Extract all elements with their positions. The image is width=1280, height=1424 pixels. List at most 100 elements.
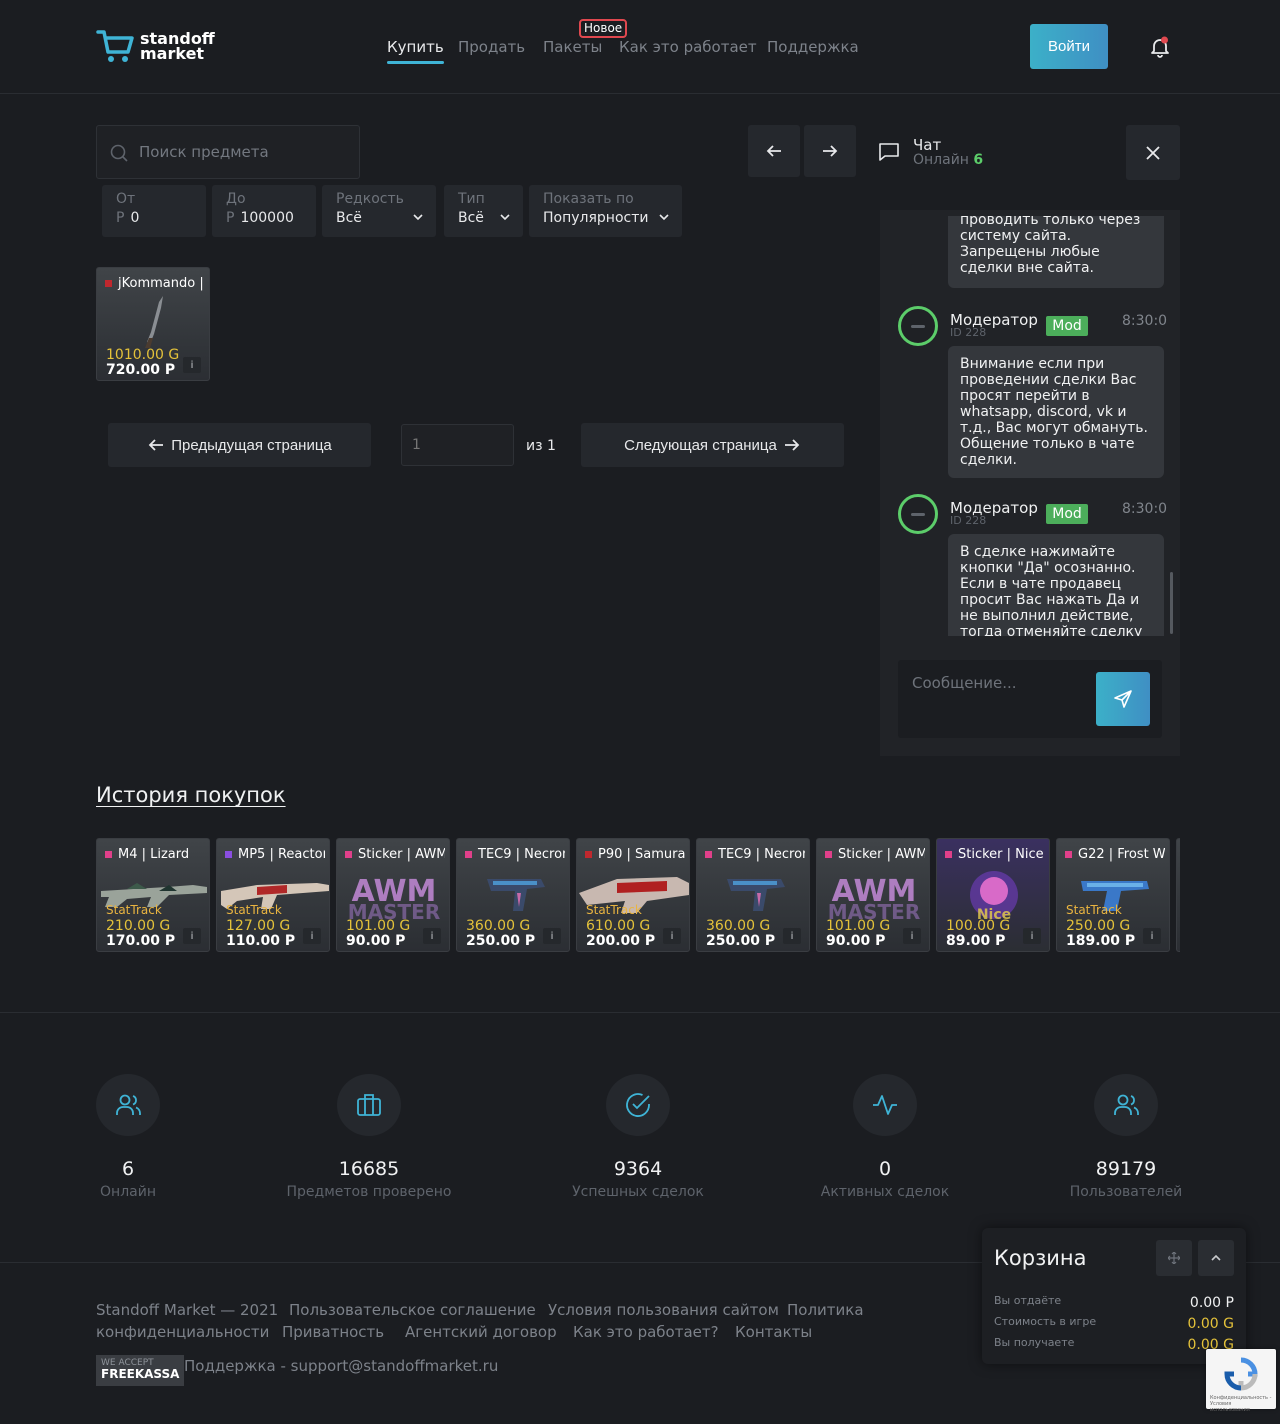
users-icon (1114, 1094, 1139, 1115)
filter-type-label: Тип (458, 191, 485, 207)
footer-link-privacy[interactable]: Приватность (282, 1323, 384, 1341)
activity-icon (873, 1095, 897, 1115)
next-page-button[interactable]: Следующая страница (581, 423, 844, 467)
search-input[interactable] (139, 143, 339, 161)
cart-title: Корзина (994, 1246, 1087, 1270)
statrack-label: StatTrack (106, 903, 162, 917)
nav-support[interactable]: Поддержка (767, 38, 859, 56)
item-name: M4 | Lizard (118, 847, 190, 862)
item-info-button[interactable]: i (303, 928, 321, 944)
freekassa-line2: FREEKASSA (101, 1367, 180, 1381)
footer-link-how-it-works[interactable]: Как это работает? (573, 1323, 719, 1341)
item-info-button[interactable]: i (1143, 928, 1161, 944)
item-name: Sticker | Nice (958, 847, 1044, 862)
footer-support-email[interactable]: Поддержка - support@standoffmarket.ru (184, 1357, 498, 1375)
footer-link-privacy-policy-2[interactable]: конфиденциальности (96, 1323, 269, 1341)
item-name-row: M4 | Lizard (105, 847, 205, 862)
cart-move-button[interactable] (1156, 1240, 1192, 1276)
mod-badge: Mod (1046, 316, 1088, 336)
site-header: standoff market Купить Продать Пакеты Но… (0, 0, 1280, 94)
item-name: G22 | Frost Wyrm (1078, 847, 1165, 862)
footer-link-agency-agreement[interactable]: Агентский договор (405, 1323, 557, 1341)
item-card[interactable]: jKommando | Gl 1010.00 G 720.00 Р i (96, 267, 210, 381)
item-info-button[interactable]: i (183, 357, 201, 373)
chat-prev-button[interactable] (748, 125, 800, 177)
item-price: 90.00 Р (826, 933, 886, 949)
item-info-button[interactable]: i (1023, 928, 1041, 944)
search-box[interactable] (96, 125, 360, 179)
item-info-button[interactable]: i (663, 928, 681, 944)
item-name: P90 | Samurai (598, 847, 685, 862)
filter-sort[interactable]: Показать по Популярности (529, 185, 682, 237)
filter-type[interactable]: Тип Всё (444, 185, 523, 237)
purchase-history-title: История покупок (96, 783, 286, 807)
stat-icon-wrap (337, 1074, 401, 1136)
currency-prefix: Р (226, 210, 235, 226)
prev-page-button[interactable]: Предыдущая страница (108, 423, 371, 467)
chat-message-bubble: Внимание если при проведении сделки Вас … (948, 346, 1164, 478)
history-item-card[interactable]: G22 | Frost Wyrm StatTrack250.00 G189.00 … (1056, 838, 1170, 952)
history-item-card[interactable]: Sticker | Nice Nice 100.00 G 89.00 Р i (936, 838, 1050, 952)
stat-value: 6 (121, 1158, 135, 1180)
item-info-button[interactable]: i (783, 928, 801, 944)
logo-text: standoff market (140, 31, 215, 62)
chat-close-button[interactable] (1126, 125, 1180, 180)
filter-price-from[interactable]: От Р0 (102, 185, 206, 237)
filter-rarity[interactable]: Редкость Всё (322, 185, 436, 237)
footer-link-contacts[interactable]: Контакты (735, 1323, 812, 1341)
item-name: Sticker | AWM (358, 847, 445, 862)
item-info-button[interactable]: i (903, 928, 921, 944)
send-button[interactable] (1096, 672, 1150, 726)
page-number-input[interactable] (401, 424, 514, 466)
footer-link-user-agreement[interactable]: Пользовательское соглашение (289, 1301, 536, 1319)
recaptcha-badge[interactable]: Конфиденциальность - Условия использован… (1206, 1349, 1276, 1413)
moderator-avatar (898, 306, 938, 346)
new-badge: Новое (579, 19, 628, 38)
history-item-card[interactable]: TEC9 | Necromancer 360.00 G250.00 Р i (696, 838, 810, 952)
logo[interactable]: standoff market (96, 28, 215, 64)
item-info-button[interactable]: i (543, 928, 561, 944)
nav-sell[interactable]: Продать (458, 38, 525, 56)
filter-price-to[interactable]: До Р 100000 (212, 185, 316, 237)
cart-collapse-button[interactable] (1198, 1240, 1234, 1276)
item-name-row: Sticker | AWM (825, 847, 925, 862)
filter-to-value[interactable]: 100000 (240, 210, 293, 226)
item-name: TEC9 | Necromancer (718, 847, 805, 862)
item-name: TEC9 | Necromancer (478, 847, 565, 862)
cart-widget: Корзина Вы отдаёте 0.00 Р Стоимость в иг… (982, 1228, 1246, 1364)
item-info-button[interactable]: i (183, 928, 201, 944)
message-author-id: ID 228 (950, 326, 987, 339)
history-item-card[interactable]: MP5 | Reactor StatTrack 127.00 G 110.00 Р i (216, 838, 330, 952)
nav-how-it-works[interactable]: Как это работает (619, 38, 757, 56)
move-icon (1168, 1252, 1180, 1264)
filter-from-value[interactable]: 0 (130, 210, 139, 226)
filter-sort-value: Популярности (543, 210, 649, 226)
history-item-card[interactable]: TEC9 | Necromancer 360.00 G250.00 Р i (456, 838, 570, 952)
arrow-right-icon (784, 439, 800, 451)
history-item-card[interactable]: M4 | Lizard StatTrack 210.00 G 170.00 Р i (96, 838, 210, 952)
freekassa-badge[interactable]: WE ACCEPT FREEKASSA (96, 1355, 184, 1386)
history-item-card[interactable]: Sticker | AWM AWM MASTER 101.00 G 90.00 Р i (816, 838, 930, 952)
nav-packages[interactable]: Пакеты (543, 38, 602, 56)
chat-online-status: Онлайн 6 (913, 152, 983, 168)
footer-link-privacy-policy[interactable]: Политика (787, 1301, 864, 1319)
chat-messages[interactable]: проводить только через систему сайта. За… (880, 216, 1180, 636)
history-item-card[interactable]: Sticker | AWM AWM MASTER 101.00 G 90.00 Р i (336, 838, 450, 952)
cart-receive-label: Вы получаете (994, 1336, 1075, 1349)
footer-link-terms[interactable]: Условия пользования сайтом (548, 1301, 779, 1319)
rarity-dot (1065, 851, 1072, 858)
login-button[interactable]: Войти (1030, 24, 1108, 69)
chat-next-button[interactable] (804, 125, 856, 177)
chat-message-input[interactable] (912, 674, 1092, 692)
history-item-card[interactable]: P90 | Samurai StatTrack 610.00 G 200.00 Р i (576, 838, 690, 952)
item-name: MP5 | Reactor (238, 847, 325, 862)
item-name-row: P90 | Samurai (585, 847, 685, 862)
item-info-button[interactable]: i (423, 928, 441, 944)
nav-buy[interactable]: Купить (387, 38, 444, 64)
rarity-dot (105, 280, 112, 287)
history-item-card-partial[interactable] (1176, 838, 1180, 952)
cart-game-value: 0.00 G (1187, 1316, 1234, 1332)
chat-scrollbar[interactable] (1170, 572, 1173, 634)
bell-icon[interactable] (1149, 36, 1171, 58)
item-name-row: Sticker | AWM (345, 847, 445, 862)
